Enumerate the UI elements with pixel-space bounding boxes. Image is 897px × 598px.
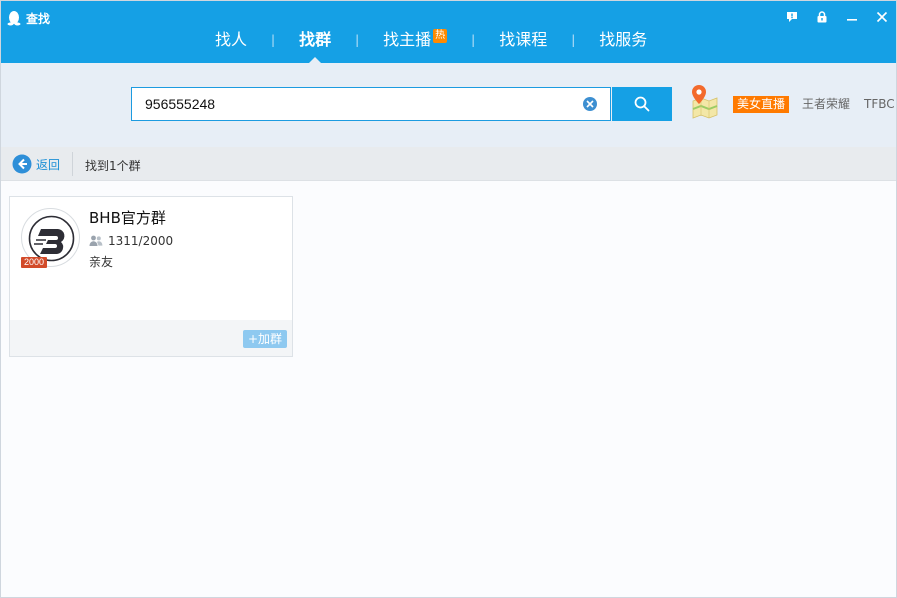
back-label: 返回 — [36, 157, 61, 172]
minimize-button[interactable] — [844, 9, 860, 25]
search-button[interactable] — [612, 87, 672, 121]
result-toolbar: 返回 找到1个群 — [1, 147, 896, 181]
group-name[interactable]: BHB官方群 — [89, 207, 166, 228]
minimize-icon — [847, 19, 857, 21]
extra-tag[interactable]: TFBC — [864, 96, 895, 113]
window-title: 查找 — [26, 11, 51, 26]
lock-icon — [817, 11, 827, 23]
title-bar: 查找 找人 | 找群 | 找主播 热 | 找课程 | 找服务 — [1, 1, 896, 63]
group-member-count: 1311/2000 — [108, 234, 174, 248]
result-count: 找到1个群 — [85, 159, 141, 173]
tab-label: 找服务 — [599, 30, 648, 49]
tab-find-services[interactable]: 找服务 — [575, 27, 671, 53]
tab-label: 找主播 — [383, 30, 432, 49]
game-tag[interactable]: 王者荣耀 — [802, 96, 850, 113]
search-window: 查找 找人 | 找群 | 找主播 热 | 找课程 | 找服务 956555248… — [0, 0, 897, 598]
live-streaming-tag[interactable]: 美女直播 — [733, 96, 790, 113]
back-arrow-icon — [12, 154, 32, 174]
feedback-icon — [787, 12, 797, 22]
tab-bar: 找人 | 找群 | 找主播热 | 找课程 | 找服务 — [191, 27, 671, 63]
group-level-badge: 2000 — [21, 257, 47, 268]
search-area: 美女直播 王者荣耀 TFBC — [1, 63, 896, 147]
card-footer: +加群 — [10, 320, 292, 356]
tab-find-people[interactable]: 找人 — [191, 27, 271, 53]
search-box — [131, 87, 611, 121]
window-controls — [784, 9, 890, 25]
tab-label: 找群 — [299, 30, 332, 49]
join-group-button[interactable]: +加群 — [242, 330, 287, 348]
feedback-button[interactable] — [784, 9, 800, 25]
clear-icon[interactable] — [582, 96, 598, 112]
toolbar-divider — [72, 152, 73, 176]
close-icon — [876, 11, 888, 23]
map-pin-icon[interactable] — [689, 83, 719, 119]
group-category: 亲友 — [89, 255, 114, 269]
close-button[interactable] — [874, 9, 890, 25]
search-icon — [634, 96, 650, 112]
tab-find-groups[interactable]: 找群 — [275, 27, 355, 63]
tab-label: 找人 — [215, 30, 248, 49]
app-title: 查找 — [7, 10, 50, 26]
tab-label: 找课程 — [499, 30, 548, 49]
back-button[interactable]: 返回 — [12, 154, 60, 174]
penguin-icon — [7, 11, 21, 26]
group-members: 1311/2000 — [89, 234, 173, 248]
group-result-card[interactable]: 2000 BHB官方群 1311/2000 亲友 +加群 — [9, 196, 293, 357]
members-icon — [89, 235, 103, 246]
tab-find-streamers[interactable]: 找主播热 — [359, 27, 471, 53]
hot-badge: 热 — [433, 29, 448, 43]
tab-find-courses[interactable]: 找课程 — [475, 27, 571, 53]
search-input[interactable] — [132, 88, 572, 120]
lock-button[interactable] — [814, 9, 830, 25]
